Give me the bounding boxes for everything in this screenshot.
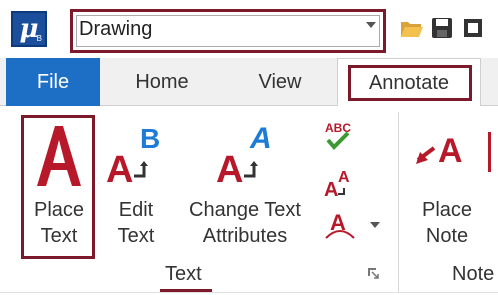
dialog-launcher-icon[interactable] [367,267,379,279]
app-logo-sub: B [36,34,42,43]
note-group-label: Note [452,263,495,285]
app-logo-icon[interactable]: μ B [11,11,47,47]
tab-file[interactable]: File [6,58,100,106]
svg-text:B: B [140,123,160,154]
edit-text-icon: A B [106,123,160,191]
place-text-button[interactable]: Place Text [24,120,94,249]
change-text-attributes-icon: A A [216,122,272,191]
ribbon-bottom-divider [0,292,498,293]
svg-text:A: A [338,169,350,186]
place-note-label-line1: Place [421,199,473,221]
svg-text:A: A [216,149,243,190]
svg-text:A: A [249,122,272,155]
tab-home[interactable]: Home [113,58,211,106]
tab-annotate[interactable]: Annotate [337,58,481,107]
ribbon-tab-row: File Home View Annotate [0,58,498,107]
change-text-attributes-label-line2: Attributes [202,225,288,247]
edit-text-label-line1: Edit [118,199,154,221]
svg-text:A: A [438,132,463,170]
tab-annotate-label: Annotate [368,71,450,94]
svg-text:A: A [106,149,133,190]
edit-text-label-line2: Text [117,225,155,247]
workflow-select-value: Drawing [79,18,153,40]
place-text-icon [37,126,81,186]
text-group-label-underline [160,289,212,292]
place-text-label-line2: Text [40,225,78,247]
edit-text-button[interactable]: A B Edit Text [104,120,168,249]
group-divider [398,112,399,292]
more-text-tools-dropdown-icon[interactable] [370,222,380,228]
text-group-label: Text [165,263,202,285]
svg-text:A: A [324,179,338,200]
tab-view[interactable]: View [236,58,324,106]
app-logo-letter: μ [19,14,39,44]
folder-open-icon[interactable] [400,16,424,40]
text-along-curve-icon[interactable]: A [322,206,358,242]
save-icon[interactable] [430,16,454,40]
undo-icon[interactable] [461,16,485,40]
tab-view-label: View [258,70,302,93]
partial-ribbon-button[interactable] [488,132,498,172]
workflow-select[interactable]: Drawing [70,9,386,53]
change-text-attributes-label-line1: Change Text [189,199,301,221]
text-size-icon[interactable]: A A [322,166,358,200]
place-note-icon: A [416,132,463,170]
place-note-button[interactable]: A Place Note [412,120,482,249]
place-text-label-line1: Place [33,199,85,221]
tab-file-label: File [36,70,70,93]
title-bar: μ B Drawing [0,0,498,58]
tab-home-label: Home [135,70,189,93]
change-text-attributes-button[interactable]: A A Change Text Attributes [178,120,312,249]
spell-check-icon[interactable]: ABC [322,118,358,152]
chevron-down-icon [366,22,376,28]
place-note-label-line2: Note [425,225,469,247]
